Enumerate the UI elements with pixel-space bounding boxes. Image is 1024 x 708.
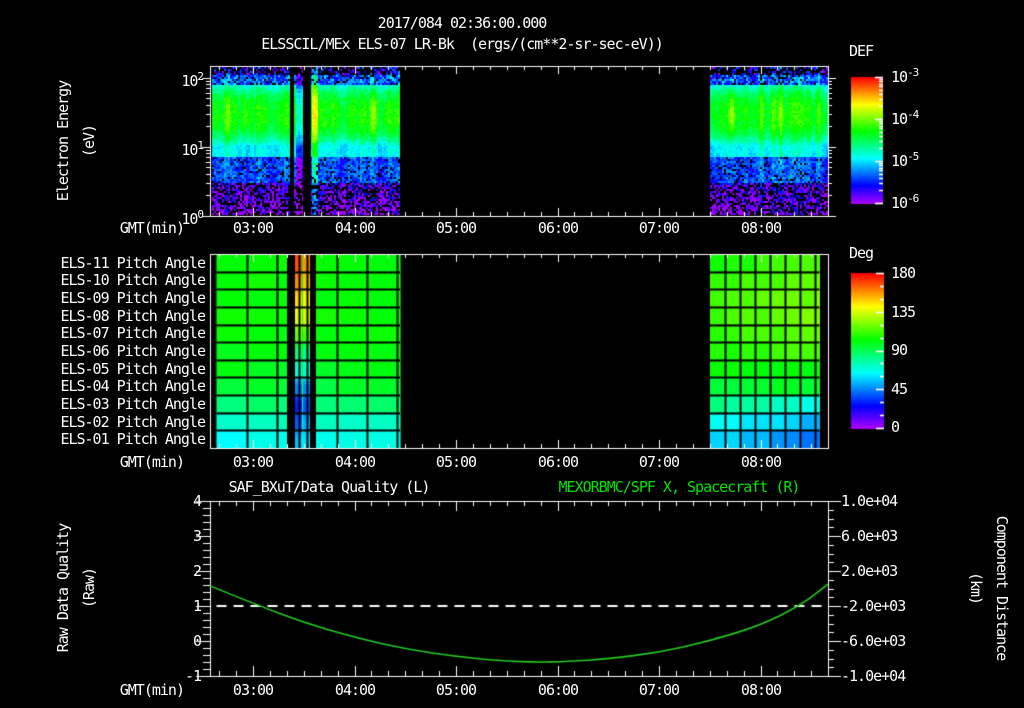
p2-xlabel: GMT(min) [100,454,184,470]
cb2-tick-180: 180 [891,265,915,281]
cb1-tick-1e-4: 10-4 [891,107,918,127]
p2-xtick-0700: 07:00 [639,454,679,470]
p3-ytick-right-neg2e3: -2.0e+03 [841,598,905,614]
cb2-tick-90: 90 [891,342,907,358]
p3-xtick-0800: 08:00 [741,682,781,698]
p1-ylabel-line2: (eV) [76,81,102,201]
cb1-tick-1e-6: 10-6 [891,191,918,211]
page-title: 2017/084 02:36:00.000 [378,15,547,31]
p1-ytick-10ev: 101 [146,138,203,158]
p3-xlabel: GMT(min) [100,682,184,698]
plot-screen: 2017/084 02:36:00.000 ELSSCIL/MEx ELS-07… [0,0,1024,708]
p1-colorbar-title: DEF [849,43,873,59]
p2-xtick-0400: 04:00 [335,454,375,470]
p3-ylabel-left-line2: (Raw) [76,524,102,653]
p3-xtick-0500: 05:00 [436,682,476,698]
p1-ylabel: Electron Energy (eV) [50,81,102,201]
p2-row-label-els08: ELS-08 Pitch Angle [40,308,205,324]
p2-xtick-0600: 06:00 [538,454,578,470]
p3-ytick-right-2e3: 2.0e+03 [841,563,897,579]
p3-ylabel-right-line2: (km) [963,516,989,661]
p2-row-label-els01: ELS-01 Pitch Angle [40,431,205,447]
p3-ytick-right-neg1e4: -1.0e+04 [841,668,905,684]
p1-xtick-0800: 08:00 [741,220,781,236]
p3-ytick-left-1: 1 [150,598,201,614]
p1-xtick-0700: 07:00 [639,220,679,236]
p2-row-label-els09: ELS-09 Pitch Angle [40,290,205,306]
p3-ytick-left-4: 4 [150,493,201,509]
p1-xlabel: GMT(min) [100,220,184,236]
p1-xtick-0400: 04:00 [335,220,375,236]
p3-ytick-left-0: 0 [150,633,201,649]
p3-xtick-0400: 04:00 [335,682,375,698]
p2-row-label-els05: ELS-05 Pitch Angle [40,361,205,377]
p3-ylabel-left-line1: Raw Data Quality [50,524,76,653]
p3-ytick-left-3: 3 [150,528,201,544]
cb2-tick-135: 135 [891,304,915,320]
p2-row-label-els03: ELS-03 Pitch Angle [40,396,205,412]
p3-xtick-0700: 07:00 [639,682,679,698]
p2-row-label-els10: ELS-10 Pitch Angle [40,272,205,288]
p3-title-left: SAF_BXuT/Data Quality (L) [229,479,430,495]
p2-row-label-els04: ELS-04 Pitch Angle [40,378,205,394]
p1-ytick-100ev: 102 [146,69,203,89]
p3-ytick-right-6e3: 6.0e+03 [841,528,897,544]
p2-row-label-els11: ELS-11 Pitch Angle [40,255,205,271]
p2-xtick-0300: 03:00 [233,454,273,470]
cb2-tick-45: 45 [891,381,907,397]
p1-xtick-0300: 03:00 [233,220,273,236]
p2-xtick-0500: 05:00 [436,454,476,470]
cb1-tick-1e-5: 10-5 [891,149,918,169]
p3-ylabel-right-line1: Component Distance [989,516,1015,661]
cb1-tick-1e-3: 10-3 [891,65,918,85]
p1-ylabel-line1: Electron Energy [50,81,76,201]
cb2-tick-0: 0 [891,419,899,435]
p1-xtick-0500: 05:00 [436,220,476,236]
p2-colorbar-title: Deg [849,245,873,261]
p3-ytick-left-2: 2 [150,563,201,579]
p2-row-label-els02: ELS-02 Pitch Angle [40,414,205,430]
p3-ylabel-left: Raw Data Quality (Raw) [50,524,102,653]
p3-xtick-0600: 06:00 [538,682,578,698]
p3-ytick-right-1e4: 1.0e+04 [841,493,897,509]
p2-xtick-0800: 08:00 [741,454,781,470]
p3-xtick-0300: 03:00 [233,682,273,698]
p3-title-right: MEXORBMC/SPF X, Spacecraft (R) [559,479,800,495]
p2-row-label-els06: ELS-06 Pitch Angle [40,343,205,359]
plot-subtitle: ELSSCIL/MEx ELS-07 LR-Bk (ergs/(cm**2-sr… [261,36,663,52]
p1-xtick-0600: 06:00 [538,220,578,236]
p2-row-label-els07: ELS-07 Pitch Angle [40,325,205,341]
p3-ytick-right-neg6e3: -6.0e+03 [841,633,905,649]
p3-ylabel-right: Component Distance (km) [963,516,1015,661]
